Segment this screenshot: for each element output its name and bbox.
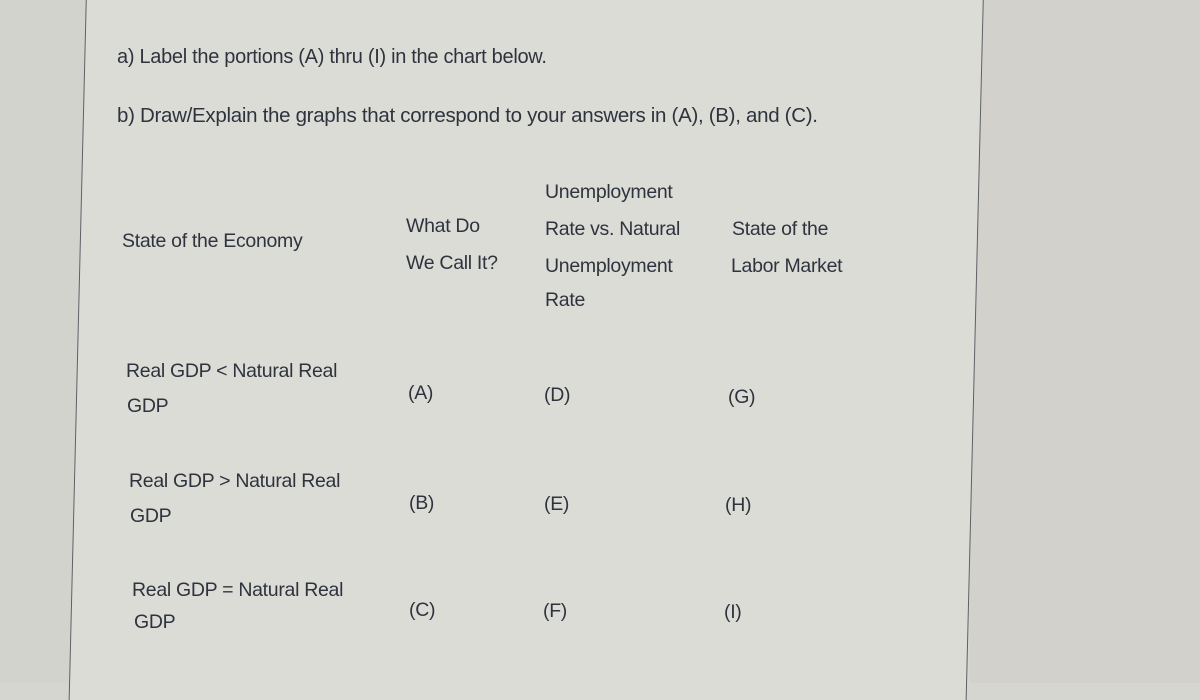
header-line: Labor Market [731, 255, 843, 277]
header-line: What Do [406, 215, 480, 237]
row-unemployment-blank: (D) [544, 384, 571, 406]
row-unemployment-blank: (E) [544, 493, 570, 515]
row-labor-blank: (H) [725, 494, 752, 516]
row-name-blank: (B) [409, 492, 435, 514]
header-line: Rate vs. Natural [545, 218, 681, 240]
row-state-line: GDP [134, 611, 176, 633]
row-state-line: GDP [130, 505, 172, 527]
instruction-part-a: a) Label the portions (A) thru (I) in th… [117, 46, 547, 68]
row-state-line: Real GDP > Natural Real [129, 470, 341, 492]
header-state-of-economy: State of the Economy [122, 230, 303, 252]
row-name-blank: (A) [408, 382, 434, 404]
row-labor-blank: (G) [728, 386, 756, 408]
row-state-line: GDP [127, 395, 169, 417]
row-name-blank: (C) [409, 599, 436, 621]
document-content: a) Label the portions (A) thru (I) in th… [0, 0, 1200, 683]
header-line: State of the [732, 218, 829, 240]
header-line: We Call It? [406, 252, 498, 274]
header-line: Unemployment [545, 255, 673, 277]
row-state-line: Real GDP = Natural Real [132, 579, 344, 601]
header-line: Rate [545, 289, 585, 311]
instruction-part-b: b) Draw/Explain the graphs that correspo… [117, 104, 818, 127]
row-unemployment-blank: (F) [543, 600, 567, 622]
row-labor-blank: (I) [724, 601, 742, 623]
header-line: Unemployment [545, 181, 673, 203]
row-state-line: Real GDP < Natural Real [126, 360, 338, 382]
